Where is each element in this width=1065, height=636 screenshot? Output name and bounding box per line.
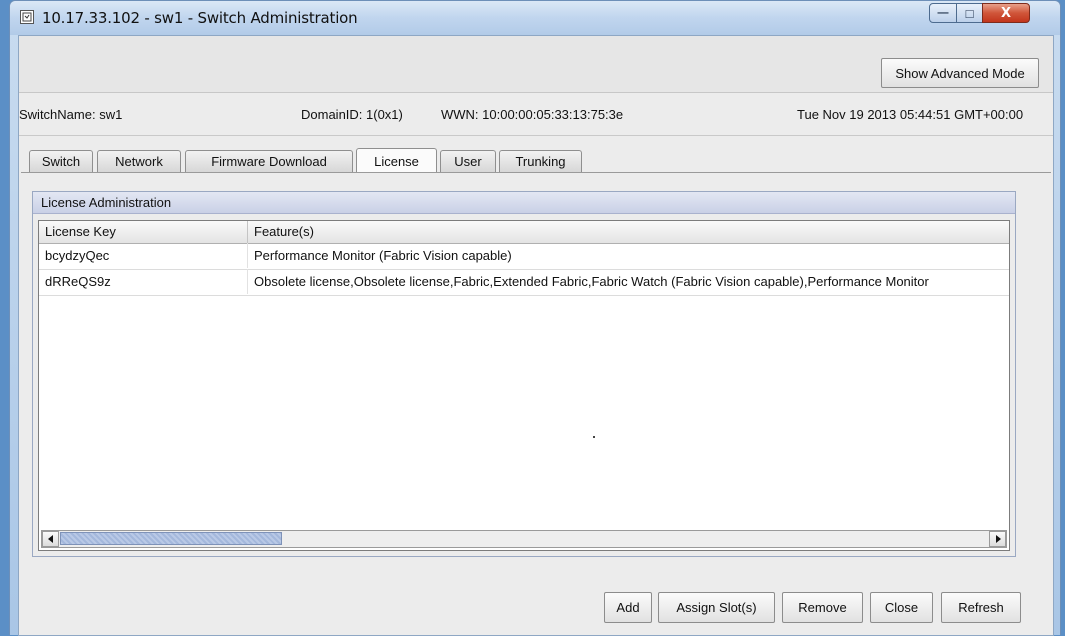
switch-admin-window: 10.17.33.102 - sw1 - Switch Administrati… (9, 0, 1061, 636)
tab-switch[interactable]: Switch (29, 150, 93, 172)
wwn-label: WWN: 10:00:00:05:33:13:75:3e (441, 107, 624, 122)
close-button[interactable]: Close (870, 592, 933, 623)
domain-id-label: DomainID: 1(0x1) (301, 107, 403, 122)
datetime-label: Tue Nov 19 2013 05:44:51 GMT+00:00 (797, 107, 1024, 122)
close-icon: X (1000, 5, 1012, 21)
minimize-button[interactable]: — (929, 3, 957, 23)
license-table: License Key Feature(s) bcydzyQec Perform… (38, 220, 1010, 551)
group-title: License Administration (33, 192, 1015, 214)
stray-dot (593, 436, 595, 438)
switch-name-label: SwitchName: sw1 (19, 107, 123, 122)
tab-network[interactable]: Network (97, 150, 181, 172)
scroll-left-arrow-icon (47, 535, 53, 543)
column-header-license-key[interactable]: License Key (39, 221, 248, 243)
switch-info-bar: SwitchName: sw1 DomainID: 1(0x1) WWN: 10… (19, 93, 1053, 136)
scroll-left-button[interactable] (42, 531, 59, 547)
scroll-right-button[interactable] (989, 531, 1006, 547)
table-header: License Key Feature(s) (39, 221, 1009, 244)
show-advanced-mode-button[interactable]: Show Advanced Mode (881, 58, 1039, 88)
horizontal-scrollbar[interactable] (41, 530, 1007, 548)
table-row[interactable]: bcydzyQec Performance Monitor (Fabric Vi… (39, 243, 1009, 270)
add-button[interactable]: Add (604, 592, 652, 623)
tab-firmware-download[interactable]: Firmware Download (185, 150, 353, 172)
maximize-button[interactable]: □ (956, 3, 983, 23)
scrollbar-thumb[interactable] (60, 532, 282, 545)
tab-trunking[interactable]: Trunking (499, 150, 582, 172)
tab-bar: Switch Network Firmware Download License… (19, 136, 1053, 173)
maximize-icon: □ (965, 5, 974, 21)
close-window-button[interactable]: X (982, 3, 1030, 23)
features-cell: Performance Monitor (Fabric Vision capab… (254, 248, 512, 263)
features-cell: Obsolete license,Obsolete license,Fabric… (254, 274, 929, 289)
app-icon (20, 10, 34, 24)
assign-slots-button[interactable]: Assign Slot(s) (658, 592, 775, 623)
scroll-right-arrow-icon (995, 535, 1001, 543)
minimize-icon: — (937, 7, 949, 19)
tab-license[interactable]: License (356, 148, 437, 173)
window-content: Show Advanced Mode SwitchName: sw1 Domai… (18, 35, 1054, 636)
table-row[interactable]: dRReQS9z Obsolete license,Obsolete licen… (39, 269, 1009, 296)
window-title: 10.17.33.102 - sw1 - Switch Administrati… (42, 9, 358, 27)
refresh-button[interactable]: Refresh (941, 592, 1021, 623)
column-header-features[interactable]: Feature(s) (248, 221, 1009, 243)
license-administration-group: License Administration License Key Featu… (32, 191, 1016, 557)
remove-button[interactable]: Remove (782, 592, 863, 623)
tab-user[interactable]: User (440, 150, 496, 172)
toolbar-row: Show Advanced Mode (19, 36, 1053, 93)
license-tab-panel: License Administration License Key Featu… (21, 172, 1051, 635)
license-key-cell: bcydzyQec (39, 243, 248, 268)
title-bar[interactable]: 10.17.33.102 - sw1 - Switch Administrati… (10, 1, 1060, 35)
license-key-cell: dRReQS9z (39, 269, 248, 294)
